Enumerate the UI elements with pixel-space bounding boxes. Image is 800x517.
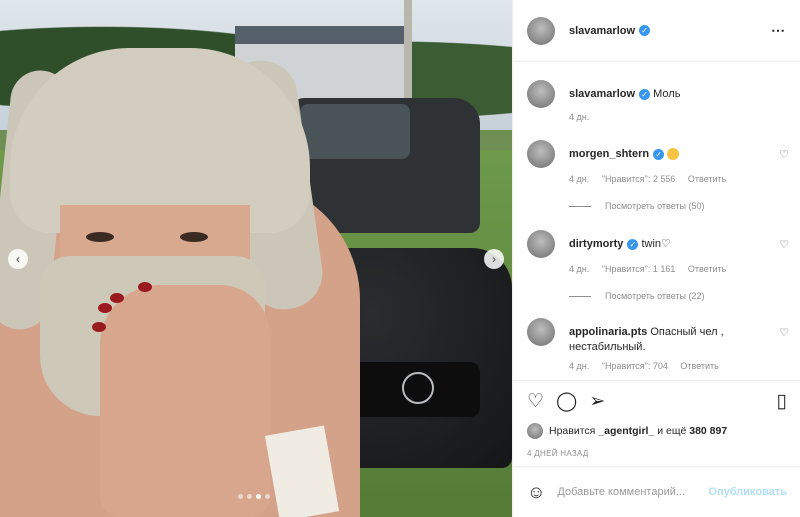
comment-username[interactable]: dirtymorty <box>569 238 623 250</box>
likes-prefix: Нравится <box>549 425 596 437</box>
author-username[interactable]: slavamarlow <box>569 25 635 37</box>
car-logo <box>402 372 434 404</box>
eye-left <box>86 232 114 242</box>
comment-time[interactable]: 4 дн. <box>569 264 589 274</box>
divider <box>569 295 591 297</box>
comment-item: appolinaria.pts Опасный чел , нестабильн… <box>527 318 789 371</box>
avatar[interactable] <box>527 140 555 168</box>
comment-item: dirtymorty ✓ twin♡ ♡ 4 дн. "Нравится": 1 … <box>527 230 789 301</box>
comment-input[interactable] <box>557 486 698 498</box>
publish-button[interactable]: Опубликовать <box>708 486 787 498</box>
share-icon[interactable]: ➢ <box>589 390 605 413</box>
post-panel: slavamarlow ✓ ⋯ slavamarlow ✓ Моль 4 дн. … <box>512 0 800 517</box>
verified-icon: ✓ <box>639 88 651 100</box>
verified-icon: ✓ <box>653 148 665 160</box>
view-replies-label[interactable]: Посмотреть ответы (22) <box>605 291 705 301</box>
reply-button[interactable]: Ответить <box>688 174 726 184</box>
avatar[interactable] <box>527 230 555 258</box>
avatar[interactable] <box>527 16 555 45</box>
comment-item: morgen_shtern ✓ ♡ 4 дн. "Нравится": 2 556… <box>527 140 789 211</box>
add-comment-bar: ☺ Опубликовать <box>513 466 800 517</box>
bookmark-icon[interactable]: ▯ <box>777 390 787 413</box>
next-arrow-icon[interactable]: › <box>484 249 504 269</box>
avatar[interactable] <box>527 318 555 346</box>
comment-likes[interactable]: "Нравится": 2 556 <box>602 174 676 184</box>
caption: slavamarlow ✓ Моль 4 дн. <box>527 80 789 122</box>
caption-username[interactable]: slavamarlow <box>569 88 635 100</box>
comment-username[interactable]: appolinaria.pts <box>569 326 647 338</box>
comment-likes[interactable]: "Нравится": 704 <box>602 361 668 371</box>
carousel-dot <box>265 494 270 499</box>
verified-icon: ✓ <box>627 238 639 250</box>
comment-icon[interactable]: ◯ <box>556 390 577 413</box>
heart-eyes-emoji-icon <box>667 148 680 161</box>
action-icons: ♡ ◯ ➢ ▯ <box>513 381 800 421</box>
carousel-dot <box>238 494 243 499</box>
more-options-icon[interactable]: ⋯ <box>771 22 786 39</box>
carousel-dot <box>247 494 252 499</box>
likes-summary: Нравится _agentgirl_ и ещё 380 897 <box>513 421 800 441</box>
suv-window <box>300 104 410 159</box>
comments-list: slavamarlow ✓ Моль 4 дн. morgen_shtern ✓ ♡… <box>513 62 800 380</box>
view-replies[interactable]: Посмотреть ответы (50) <box>569 201 789 211</box>
comment-like-icon[interactable]: ♡ <box>779 326 789 339</box>
post-date[interactable]: 4 ДНЕЙ НАЗАД <box>513 449 800 458</box>
reply-button[interactable]: Ответить <box>688 264 726 274</box>
eye-right <box>180 232 208 242</box>
likes-user[interactable]: _agentgirl_ <box>598 425 654 437</box>
like-heart-icon[interactable]: ♡ <box>527 390 544 413</box>
post-actions: ♡ ◯ ➢ ▯ Нравится _agentgirl_ и ещё 380 8… <box>513 380 800 458</box>
hand <box>100 285 270 517</box>
comment-time[interactable]: 4 дн. <box>569 174 589 184</box>
nail <box>138 282 152 292</box>
comment-username[interactable]: morgen_shtern <box>569 148 649 160</box>
comment-like-icon[interactable]: ♡ <box>779 148 789 161</box>
comment-like-icon[interactable]: ♡ <box>779 238 789 251</box>
caption-text: Моль <box>653 88 681 100</box>
likes-middle: и ещё <box>657 425 687 437</box>
post-photo: ‹ › <box>0 0 512 517</box>
carousel-dots <box>238 494 270 499</box>
nail <box>92 322 106 332</box>
comment-time[interactable]: 4 дн. <box>569 361 589 371</box>
caption-time[interactable]: 4 дн. <box>569 112 589 122</box>
view-replies-label[interactable]: Посмотреть ответы (50) <box>605 201 705 211</box>
comment-likes[interactable]: "Нравится": 1 161 <box>602 264 676 274</box>
reply-button[interactable]: Ответить <box>680 361 718 371</box>
divider <box>569 205 591 207</box>
avatar[interactable] <box>527 423 543 439</box>
comment-text: twin♡ <box>641 238 671 250</box>
likes-count[interactable]: 380 897 <box>689 425 727 437</box>
post-header: slavamarlow ✓ ⋯ <box>513 0 800 62</box>
emoji-smile-icon[interactable]: ☺ <box>527 482 545 503</box>
verified-icon: ✓ <box>639 25 651 36</box>
carousel-dot <box>256 494 261 499</box>
nail <box>98 303 112 313</box>
nail <box>110 293 124 303</box>
avatar[interactable] <box>527 80 555 108</box>
view-replies[interactable]: Посмотреть ответы (22) <box>569 291 789 301</box>
prev-arrow-icon[interactable]: ‹ <box>8 249 28 269</box>
